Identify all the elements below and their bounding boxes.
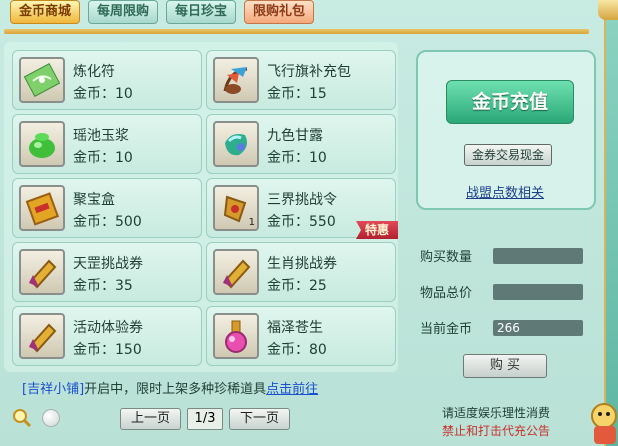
item-price: 金币：150 xyxy=(73,342,142,358)
promo-text: 开启中，限时上架多种珍稀道具 xyxy=(84,382,267,397)
shop-item[interactable]: 炼化符 金币：10 xyxy=(12,50,202,110)
shop-item[interactable]: 九色甘露 金币：10 xyxy=(206,114,396,174)
scroll-icon xyxy=(19,313,65,359)
shop-item[interactable]: 天罡挑战券 金币：35 xyxy=(12,242,202,302)
item-name: 福泽苍生 xyxy=(267,320,323,336)
potion-icon xyxy=(213,313,259,359)
moderation-notice: 请适度娱乐理性消费 xyxy=(442,406,551,420)
talisman-icon xyxy=(19,57,65,103)
prev-page-button[interactable]: 上一页 xyxy=(120,408,182,430)
voucher-exchange-button[interactable]: 金券交易现金 xyxy=(464,144,552,166)
page-indicator: 1/3 xyxy=(187,408,224,430)
tab-daily-treasure[interactable]: 每日珍宝 xyxy=(166,0,237,24)
item-price: 金币：80 xyxy=(267,342,327,358)
flag-pack-icon xyxy=(213,57,259,103)
item-price: 金币：15 xyxy=(267,86,327,102)
window-corner-ornament xyxy=(598,0,618,20)
item-name: 三界挑战令 xyxy=(267,192,337,208)
circle-icon[interactable] xyxy=(42,409,60,427)
quantity-field[interactable] xyxy=(493,248,583,264)
window-side-border xyxy=(606,0,618,446)
item-name: 飞行旗补充包 xyxy=(267,64,351,80)
item-name: 聚宝盒 xyxy=(73,192,115,208)
promo-link[interactable]: 点击前往 xyxy=(266,382,318,397)
tab-weekly-limited[interactable]: 每周限购 xyxy=(88,0,159,24)
alliance-points-link[interactable]: 战盟点数相关 xyxy=(466,182,544,201)
item-name: 炼化符 xyxy=(73,64,115,80)
gold-recharge-button[interactable]: 金币充值 xyxy=(446,80,574,124)
buy-button[interactable]: 购 买 xyxy=(463,354,547,378)
item-price: 金币：10 xyxy=(73,150,133,166)
total-price-field xyxy=(493,284,583,300)
item-price: 金币：25 xyxy=(267,278,327,294)
pagination: 上一页 1/3 下一页 xyxy=(120,408,291,430)
scroll-icon xyxy=(213,249,259,295)
treasure-box-icon xyxy=(19,185,65,231)
recharge-panel: 金币充值 金券交易现金 战盟点数相关 xyxy=(416,50,596,210)
gem-icon xyxy=(213,121,259,167)
current-gold-field: 266 xyxy=(493,320,583,336)
shop-item[interactable]: 福泽苍生 金币：80 xyxy=(206,306,396,366)
promo-shop-name: [吉祥小铺] xyxy=(22,382,85,397)
tab-limited-pack[interactable]: 限购礼包 xyxy=(244,0,315,24)
shop-item[interactable]: 聚宝盒 金币：500 xyxy=(12,178,202,238)
total-price-label: 物品总价 xyxy=(420,286,473,301)
item-list-panel: 炼化符 金币：10 飞行旗补充包 金币：15 瑶池玉浆 金币：10 九色甘露 金… xyxy=(4,42,398,372)
item-name: 天罡挑战券 xyxy=(73,256,143,272)
anti-proxy-notice[interactable]: 禁止和打击代充公告 xyxy=(442,422,550,439)
item-name: 生肖挑战券 xyxy=(267,256,337,272)
item-price: 金币：10 xyxy=(73,86,133,102)
shop-item[interactable]: 1 三界挑战令 金币：550 特惠 xyxy=(206,178,398,239)
quantity-label: 购买数量 xyxy=(420,250,473,265)
tab-bar: 金币商城 每周限购 每日珍宝 限购礼包 xyxy=(10,0,315,28)
mascot-icon xyxy=(591,403,617,444)
current-gold-label: 当前金币 xyxy=(420,322,473,337)
scroll-icon xyxy=(19,249,65,295)
magnifier-icon[interactable] xyxy=(12,408,32,428)
promo-banner: [吉祥小铺]开启中，限时上架多种珍稀道具点击前往 xyxy=(22,378,318,397)
jade-jar-icon xyxy=(19,121,65,167)
shop-item[interactable]: 飞行旗补充包 金币：15 xyxy=(206,50,396,110)
item-name: 九色甘露 xyxy=(267,128,323,144)
next-page-button[interactable]: 下一页 xyxy=(229,408,291,430)
shop-item[interactable]: 生肖挑战券 金币：25 xyxy=(206,242,396,302)
item-name: 瑶池玉浆 xyxy=(73,128,129,144)
item-price: 金币：35 xyxy=(73,278,133,294)
special-offer-badge: 特惠 xyxy=(356,221,398,239)
item-price: 金币：10 xyxy=(267,150,327,166)
shop-item[interactable]: 活动体验券 金币：150 xyxy=(12,306,202,366)
tab-gold-mall[interactable]: 金币商城 xyxy=(10,0,81,24)
challenge-token-icon: 1 xyxy=(213,185,259,231)
item-quantity: 1 xyxy=(248,217,255,228)
item-price: 金币：500 xyxy=(73,214,142,230)
shop-window: 金币商城 每周限购 每日珍宝 限购礼包 炼化符 金币：10 飞行旗补充包 金币：… xyxy=(0,0,606,446)
shop-item[interactable]: 瑶池玉浆 金币：10 xyxy=(12,114,202,174)
item-price: 金币：550 xyxy=(267,214,336,230)
tab-underline xyxy=(4,29,589,34)
item-name: 活动体验券 xyxy=(73,320,143,336)
